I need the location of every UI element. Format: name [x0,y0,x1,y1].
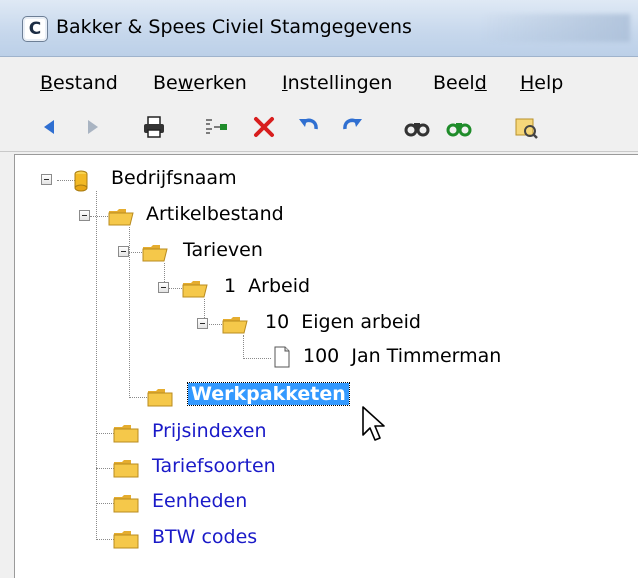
menu-bewerken[interactable]: Bewerken [153,72,247,94]
tree-item-tariefsoorten[interactable]: Tariefsoorten [152,455,276,477]
folder-open-icon [222,317,248,334]
tree-line [129,397,149,398]
undo-icon[interactable] [295,113,323,141]
tree-item-bedrijfsnaam[interactable]: Bedrijfsnaam [111,167,237,189]
find-icon[interactable] [403,113,431,141]
insert-icon[interactable] [202,113,230,141]
forward-arrow-icon[interactable] [78,113,106,141]
tree-view[interactable]: Bedrijfsnaam Artikelbestand Tarieven 1 A… [14,154,638,578]
database-icon [74,170,88,192]
tree-line [90,216,108,217]
app-icon[interactable]: C [22,16,48,42]
toolbar [0,103,638,152]
tree-item-prijsindexen[interactable]: Prijsindexen [152,420,267,442]
tree-item-werkpakketen[interactable]: Werkpakketen [187,382,350,406]
tree-item-artikelbestand[interactable]: Artikelbestand [146,203,284,225]
tree-item-jan-timmerman[interactable]: 100 Jan Timmerman [303,345,501,367]
title-bar[interactable]: C Bakker & Spees Civiel Stamgegevens [0,0,638,57]
mouse-pointer-icon [362,406,385,441]
menu-help[interactable]: Help [520,72,563,94]
folder-icon [113,531,139,549]
folder-icon [113,495,139,513]
folder-open-icon [108,209,134,226]
redo-icon[interactable] [338,113,366,141]
collapse-toggle[interactable] [158,282,169,293]
find-next-icon[interactable] [445,113,473,141]
menu-instellingen[interactable]: Instellingen [282,72,392,94]
collapse-toggle[interactable] [79,210,90,221]
document-icon [274,346,290,368]
folder-icon [147,389,173,407]
tree-item-btw-codes[interactable]: BTW codes [152,526,257,548]
collapse-toggle[interactable] [118,246,129,257]
tree-line [243,335,244,359]
delete-icon[interactable] [250,113,278,141]
folder-icon [113,425,139,443]
tree-item-eigen-arbeid[interactable]: 10 Eigen arbeid [265,311,421,333]
print-icon[interactable] [140,113,168,141]
folder-open-icon [182,281,208,298]
tree-line [243,358,271,359]
menu-bar: Bestand Bewerken Instellingen Beeld Help [0,67,638,101]
folder-open-icon [142,245,168,262]
tree-line [96,191,97,540]
properties-icon[interactable] [512,113,540,141]
folder-icon [113,460,139,478]
back-arrow-icon[interactable] [36,113,64,141]
app-icon-glyph: C [28,19,42,39]
menu-bestand[interactable]: Bestand [40,72,118,94]
title-bar-blur [480,14,630,42]
tree-item-tarieven[interactable]: Tarieven [183,239,263,261]
collapse-toggle[interactable] [197,318,208,329]
window-title: Bakker & Spees Civiel Stamgegevens [56,16,412,38]
menu-beeld[interactable]: Beeld [433,72,487,94]
collapse-toggle[interactable] [41,174,52,185]
tree-item-arbeid[interactable]: 1 Arbeid [224,275,310,297]
tree-item-eenheden[interactable]: Eenheden [152,490,247,512]
app-window: C Bakker & Spees Civiel Stamgegevens Bes… [0,0,638,578]
